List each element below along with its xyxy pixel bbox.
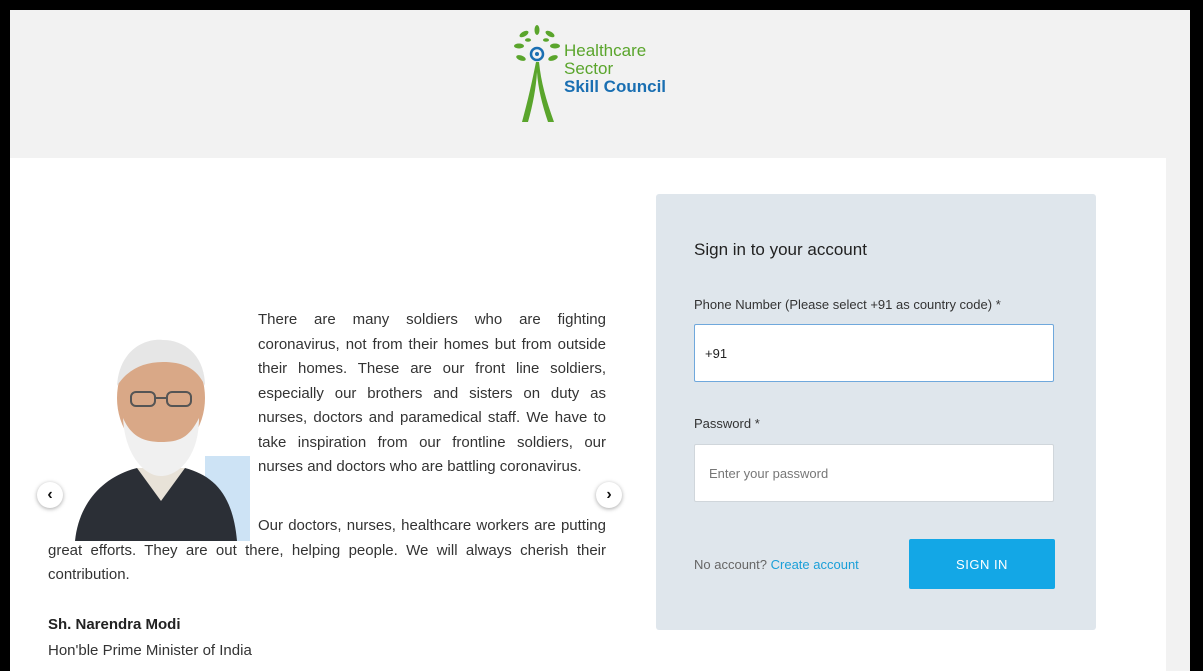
main-content: There are many soldiers who are fighting… [10,158,1166,671]
chevron-right-icon: › [606,486,612,503]
phone-label: Phone Number (Please select +91 as count… [694,297,1001,312]
create-account-link[interactable]: Create account [771,557,859,572]
header: Healthcare Sector Skill Council [10,10,1190,158]
password-label: Password * [694,416,760,431]
no-account-text: No account? [694,557,767,572]
author-name: Sh. Narendra Modi [48,616,181,633]
carousel-next-button[interactable]: › [596,482,622,508]
chevron-left-icon: ‹ [47,486,53,503]
brand-logo: Healthcare Sector Skill Council [506,22,686,122]
logo-figure-icon [514,25,560,122]
brand-line-2: Sector [564,59,614,78]
brand-name: Healthcare Sector Skill Council [564,42,666,96]
quote-carousel: There are many soldiers who are fighting… [10,158,622,671]
login-card: Sign in to your account Phone Number (Pl… [656,194,1096,630]
quote-text-1: There are many soldiers who are fighting… [258,311,606,475]
password-input[interactable] [694,444,1054,502]
author-photo [65,326,250,541]
brand-line-3: Skill Council [564,77,667,96]
quote-text-2: Our doctors, nurses, healthcare workers … [48,517,606,583]
phone-input[interactable] [694,324,1054,382]
brand-line-1: Healthcare [564,41,647,60]
carousel-prev-button[interactable]: ‹ [37,482,63,508]
login-title: Sign in to your account [694,240,867,259]
author-title: Hon'ble Prime Minister of India [48,642,252,659]
no-account-prompt: No account? Create account [694,557,859,572]
portrait-image [65,326,250,541]
sign-in-button[interactable]: SIGN IN [909,539,1055,589]
